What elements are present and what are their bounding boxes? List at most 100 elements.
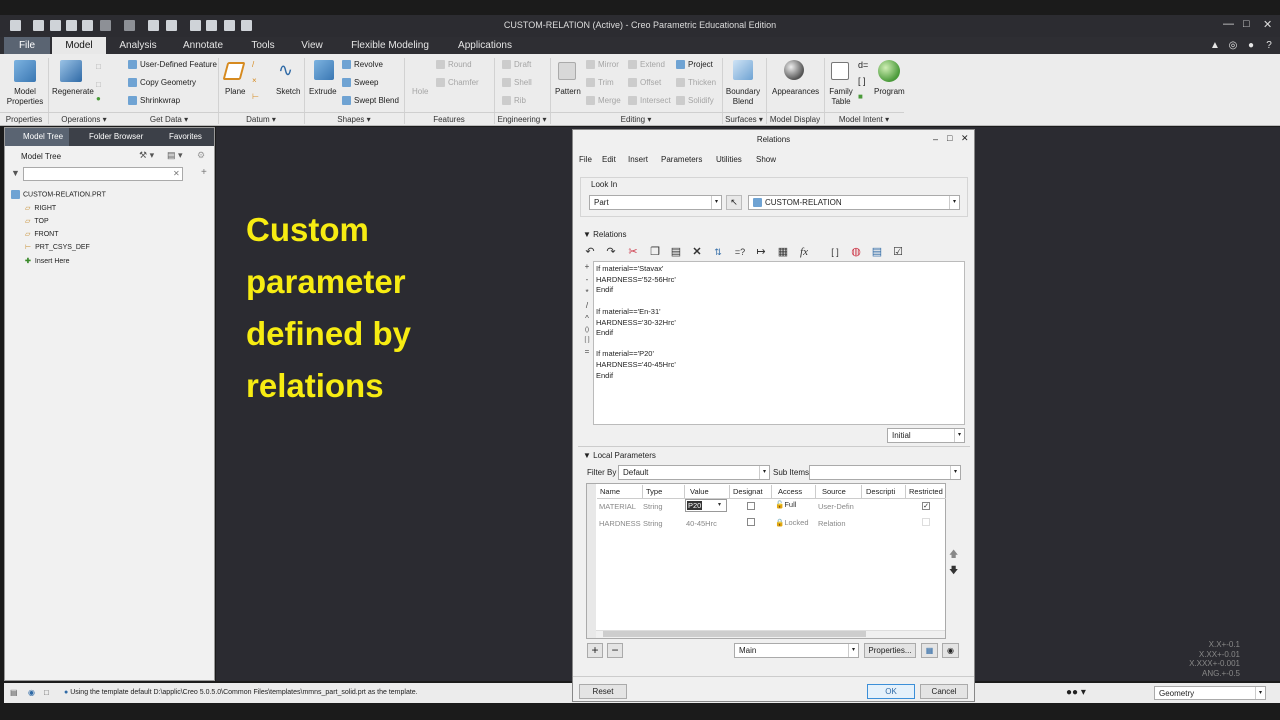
- group-surfaces[interactable]: Surfaces ▾: [722, 112, 766, 125]
- tree-item-front[interactable]: ▱ FRONT: [25, 230, 59, 238]
- group-operations[interactable]: Operations ▾: [48, 112, 120, 125]
- group-datum[interactable]: Datum ▾: [218, 112, 304, 125]
- chamfer-button[interactable]: Chamfer: [436, 78, 479, 88]
- switch-dimensions-icon[interactable]: ■: [858, 92, 863, 101]
- operator-minus[interactable]: -: [582, 275, 592, 284]
- group-model-intent[interactable]: Model Intent ▾: [824, 112, 904, 125]
- tree-item-part[interactable]: CUSTOM-RELATION.PRT: [11, 190, 106, 199]
- filter-by-select[interactable]: Default ▾: [618, 465, 770, 480]
- tree-item-csys[interactable]: ⊢ PRT_CSYS_DEF: [25, 243, 90, 251]
- shrinkwrap-button[interactable]: Shrinkwrap: [128, 96, 180, 106]
- column-header-designate[interactable]: Designat: [730, 485, 772, 498]
- column-header-type[interactable]: Type: [643, 485, 685, 498]
- dialog-close-icon[interactable]: ✕: [961, 133, 969, 144]
- clear-search-icon[interactable]: ✕: [173, 169, 180, 178]
- menu-utilities[interactable]: Utilities: [716, 155, 742, 164]
- relations-section-header[interactable]: ▼ Relations: [583, 230, 627, 239]
- shell-button[interactable]: Shell: [502, 78, 532, 88]
- rib-button[interactable]: Rib: [502, 96, 526, 106]
- menu-edit[interactable]: Edit: [602, 155, 616, 164]
- group-model-display[interactable]: Model Display: [766, 112, 824, 125]
- menu-insert[interactable]: Insert: [628, 155, 648, 164]
- param-value[interactable]: 40-45Hrc: [686, 519, 717, 528]
- cut-icon[interactable]: ✂: [626, 245, 640, 259]
- operator-brackets[interactable]: [ ]: [582, 337, 592, 343]
- column-header-value[interactable]: Value: [685, 485, 730, 498]
- insert-function-icon[interactable]: fx: [797, 245, 811, 259]
- tree-search-input[interactable]: [23, 167, 183, 181]
- menu-show[interactable]: Show: [756, 155, 776, 164]
- remove-parameter-button[interactable]: −: [607, 643, 623, 658]
- units-icon[interactable]: ◍: [849, 245, 863, 259]
- trim-button[interactable]: Trim: [586, 78, 614, 88]
- regenerate-button[interactable]: Regenerate: [52, 87, 94, 96]
- group-get-data[interactable]: Get Data ▾: [120, 112, 218, 125]
- family-table-button[interactable]: Family Table: [828, 87, 854, 107]
- merge-button[interactable]: Merge: [586, 96, 621, 106]
- delete-icon[interactable]: ✕: [690, 245, 704, 259]
- draft-button[interactable]: Draft: [502, 60, 531, 70]
- column-header-source[interactable]: Source: [816, 485, 862, 498]
- show-icon[interactable]: ▤ ▾: [167, 150, 183, 161]
- tab-view[interactable]: View: [292, 37, 332, 54]
- layout-icon[interactable]: ▤: [10, 688, 18, 697]
- solidify-button[interactable]: Solidify: [676, 96, 714, 106]
- help-center-icon[interactable]: ◎: [1226, 37, 1240, 54]
- swept-blend-button[interactable]: Swept Blend: [342, 96, 399, 106]
- intersect-button[interactable]: Intersect: [628, 96, 671, 106]
- tab-analysis[interactable]: Analysis: [110, 37, 166, 54]
- add-parameter-button[interactable]: +: [587, 643, 603, 658]
- extrude-button[interactable]: Extrude: [309, 87, 337, 96]
- relations-icon[interactable]: [ ]: [858, 76, 866, 86]
- maximize-icon[interactable]: □: [1243, 18, 1250, 30]
- menu-file[interactable]: File: [579, 155, 592, 164]
- thicken-button[interactable]: Thicken: [676, 78, 716, 88]
- close-icon[interactable]: ✕: [1263, 18, 1272, 31]
- tree-item-insert-here[interactable]: ✚ Insert Here: [25, 257, 70, 265]
- param-type[interactable]: String: [643, 519, 663, 528]
- sub-items-select[interactable]: ▾: [809, 465, 961, 480]
- dialog-minimize-icon[interactable]: –: [933, 134, 938, 144]
- designate-checkbox[interactable]: [747, 518, 755, 526]
- fullscreen-icon[interactable]: □: [44, 688, 49, 697]
- scrollbar-thumb[interactable]: [603, 631, 866, 637]
- tab-favorites[interactable]: Favorites: [151, 128, 211, 146]
- user-defined-feature-button[interactable]: User-Defined Feature: [128, 60, 217, 70]
- sketch-button[interactable]: Sketch: [276, 87, 300, 96]
- show-dimensions-icon[interactable]: ↦: [754, 245, 768, 259]
- tree-settings-icon[interactable]: ⚒ ▾: [139, 150, 154, 161]
- group-shapes[interactable]: Shapes ▾: [304, 112, 404, 125]
- add-icon[interactable]: +: [201, 167, 207, 178]
- copy-icon[interactable]: ❐: [648, 245, 662, 259]
- filter-icon[interactable]: ▼: [11, 168, 20, 178]
- relations-editor[interactable]: [593, 261, 965, 425]
- settings-icon[interactable]: ⚙: [197, 150, 205, 161]
- parameters-icon[interactable]: d=: [858, 60, 868, 70]
- pattern-button[interactable]: Pattern: [555, 87, 581, 96]
- tab-folder-browser[interactable]: Folder Browser: [71, 128, 147, 146]
- offset-button[interactable]: Offset: [628, 78, 661, 88]
- cancel-button[interactable]: Cancel: [920, 684, 968, 699]
- insert-dimension-icon[interactable]: ▦: [776, 245, 790, 259]
- sweep-button[interactable]: Sweep: [342, 78, 378, 88]
- copy-geometry-button[interactable]: Copy Geometry: [128, 78, 196, 88]
- axis-icon[interactable]: /: [252, 60, 254, 69]
- restricted-checkbox[interactable]: ✓: [922, 502, 930, 510]
- find-icon[interactable]: ◉: [942, 643, 959, 658]
- select-pointer-icon[interactable]: ↖: [726, 195, 742, 210]
- operator-divide[interactable]: /: [582, 301, 592, 310]
- collapse-ribbon-icon[interactable]: ▲: [1208, 37, 1222, 54]
- tab-annotate[interactable]: Annotate: [172, 37, 234, 54]
- redo-icon[interactable]: ↷: [604, 245, 618, 259]
- local-parameters-header[interactable]: ▼ Local Parameters: [583, 451, 656, 460]
- mirror-button[interactable]: Mirror: [586, 60, 619, 70]
- csys-icon[interactable]: ⊢: [252, 92, 259, 101]
- command-search-icon[interactable]: ●: [1244, 37, 1258, 54]
- browser-icon[interactable]: ◉: [28, 688, 35, 697]
- model-properties-button[interactable]: Model Properties: [6, 87, 44, 107]
- operator-power[interactable]: ^: [582, 314, 592, 323]
- verify-relations-icon[interactable]: ▤: [870, 245, 884, 259]
- initial-select[interactable]: Initial ▾: [887, 428, 965, 443]
- paste-icon[interactable]: ▤: [669, 245, 683, 259]
- restricted-checkbox[interactable]: [922, 518, 930, 526]
